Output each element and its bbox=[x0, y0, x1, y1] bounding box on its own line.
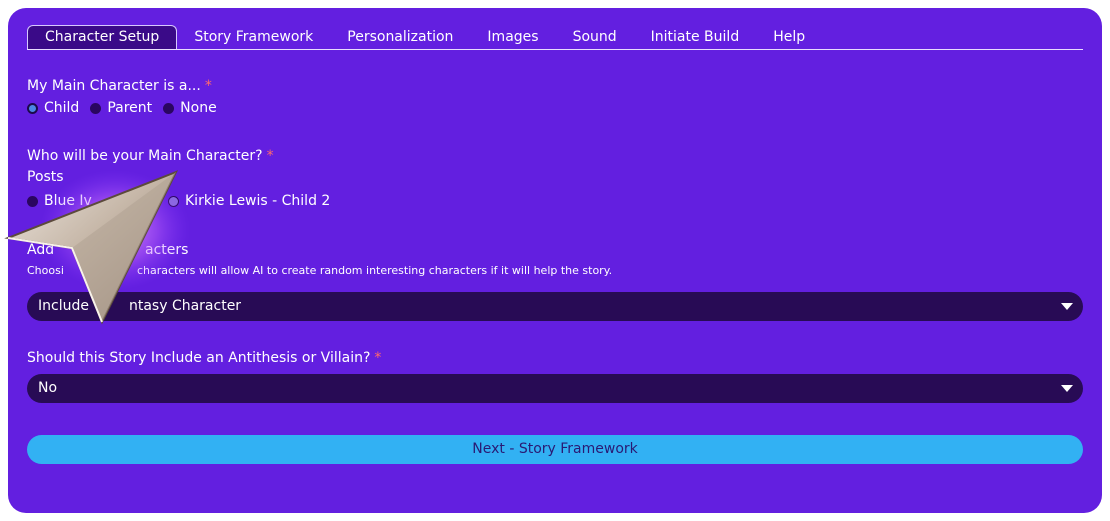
required-marker: * bbox=[204, 78, 212, 94]
chevron-down-icon[interactable] bbox=[1061, 303, 1073, 310]
radio-kirkie-lewis-dot[interactable] bbox=[168, 195, 179, 207]
who-main-character-options-2: Kirkie Lewis - Child 2 bbox=[168, 193, 341, 209]
chevron-down-icon[interactable] bbox=[1061, 385, 1073, 392]
tab-story-framework[interactable]: Story Framework bbox=[177, 25, 330, 49]
radio-kirkie-lewis-label: Kirkie Lewis - Child 2 bbox=[185, 193, 331, 209]
next-story-framework-button[interactable]: Next - Story Framework bbox=[27, 435, 1083, 464]
character-setup-card: Character Setup Story Framework Personal… bbox=[8, 8, 1102, 513]
tab-sound[interactable]: Sound bbox=[556, 25, 634, 49]
tab-character-setup[interactable]: Character Setup bbox=[27, 25, 178, 49]
who-main-character-options: Blue Iv bbox=[27, 193, 103, 209]
radio-blue-ivy-dot[interactable] bbox=[27, 195, 38, 207]
additional-characters-help-left: Choosi bbox=[27, 264, 64, 277]
tab-help[interactable]: Help bbox=[756, 25, 822, 49]
posts-group-label: Posts bbox=[27, 169, 64, 185]
radio-none-label: None bbox=[180, 100, 217, 116]
tab-initiate-build[interactable]: Initiate Build bbox=[634, 25, 757, 49]
who-main-character-label-text: Who will be your Main Character? bbox=[27, 148, 263, 164]
radio-none[interactable]: None bbox=[163, 100, 217, 116]
additional-characters-select-value-left: Include bbox=[38, 298, 89, 314]
radio-child-label: Child bbox=[44, 100, 80, 116]
tab-images[interactable]: Images bbox=[470, 25, 555, 49]
villain-label-text: Should this Story Include an Antithesis … bbox=[27, 350, 371, 366]
radio-parent-dot[interactable] bbox=[90, 102, 102, 114]
required-marker: * bbox=[266, 148, 274, 164]
additional-characters-select[interactable]: Include ntasy Character bbox=[27, 292, 1083, 321]
radio-child-dot[interactable] bbox=[27, 102, 38, 114]
main-character-type-options: Child Parent None bbox=[27, 100, 228, 116]
additional-characters-label-left: Add bbox=[27, 242, 55, 258]
villain-select[interactable]: No bbox=[27, 374, 1083, 403]
additional-characters-label-right: acters bbox=[145, 242, 189, 258]
main-character-type-label: My Main Character is a... * bbox=[27, 78, 212, 94]
radio-parent[interactable]: Parent bbox=[90, 100, 152, 116]
tab-bar: Character Setup Story Framework Personal… bbox=[27, 24, 1083, 50]
radio-none-dot[interactable] bbox=[163, 102, 175, 114]
tab-personalization[interactable]: Personalization bbox=[330, 25, 470, 49]
required-marker: * bbox=[374, 350, 382, 366]
additional-characters-help-right: characters will allow AI to create rando… bbox=[137, 264, 613, 277]
villain-label: Should this Story Include an Antithesis … bbox=[27, 350, 381, 366]
radio-blue-ivy-label: Blue Iv bbox=[44, 193, 92, 209]
villain-select-value: No bbox=[38, 380, 58, 396]
radio-kirkie-lewis[interactable]: Kirkie Lewis - Child 2 bbox=[168, 193, 330, 209]
who-main-character-label: Who will be your Main Character? * bbox=[27, 148, 274, 164]
radio-parent-label: Parent bbox=[107, 100, 153, 116]
main-character-type-label-text: My Main Character is a... bbox=[27, 78, 201, 94]
radio-child[interactable]: Child bbox=[27, 100, 79, 116]
radio-blue-ivy[interactable]: Blue Iv bbox=[27, 193, 92, 209]
additional-characters-select-value-right: ntasy Character bbox=[128, 298, 242, 314]
